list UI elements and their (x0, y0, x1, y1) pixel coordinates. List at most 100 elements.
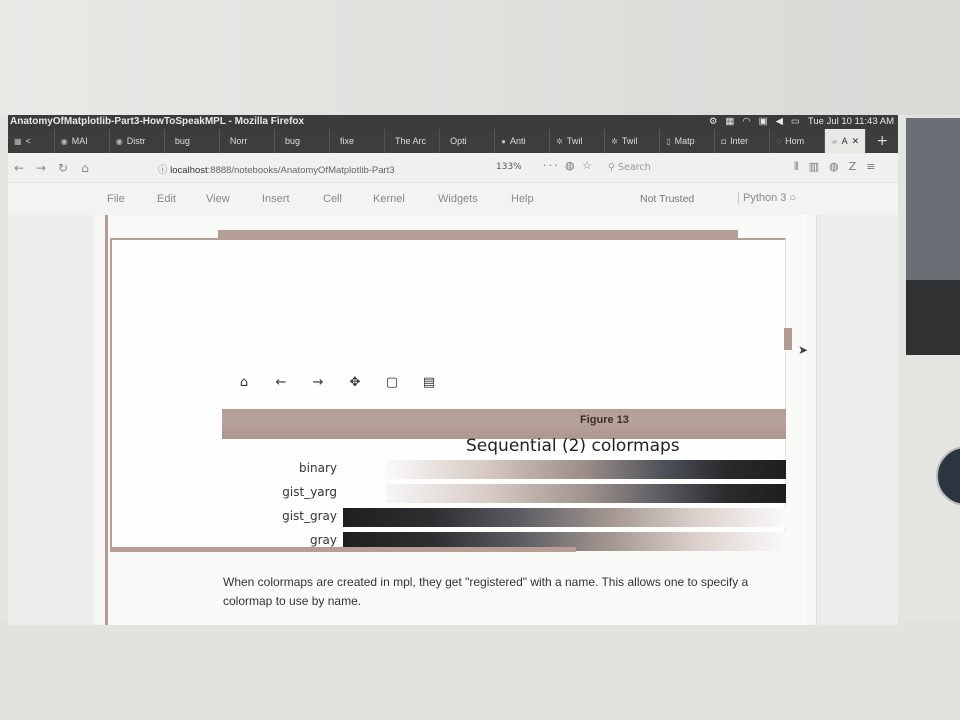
new-tab-button[interactable]: + (866, 129, 898, 153)
tab-favicon-icon: ✲ (556, 136, 563, 146)
system-tray: ⚙ ▦ ◠ ▣ ◀ ▭ Tue Jul 10 11:43 AM (709, 115, 894, 129)
volume-icon[interactable]: ◀ (776, 115, 783, 129)
window-title: AnatomyOfMatplotlib-Part3-HowToSpeakMPL … (10, 116, 305, 127)
output-area (110, 238, 786, 551)
tab-favicon-icon: ▦ (14, 136, 22, 146)
zoom-level[interactable]: 133% (496, 162, 522, 172)
trust-status[interactable]: Not Trusted (640, 193, 694, 205)
output-scroll-top-bar (218, 230, 738, 239)
tab-9[interactable]: ● Anti (495, 129, 551, 153)
adjacent-window-edge (906, 118, 960, 280)
tab-label: bug (174, 136, 190, 146)
page-actions-icon[interactable]: ··· ◍ ☆ (543, 159, 594, 172)
menu-edit[interactable]: Edit (157, 193, 176, 205)
search-icon: ⚲ (608, 162, 618, 173)
kernel-indicator[interactable]: Python 3 ○ (738, 192, 796, 204)
tab-3[interactable]: bug (165, 129, 220, 153)
search-placeholder: Search (617, 162, 651, 173)
tab-active[interactable]: ▰ A ✕ (825, 129, 867, 153)
navigation-bar: ← → ↻ ⌂ ⓘ localhost:8888/notebooks/Anato… (8, 153, 898, 183)
tab-label: Opti (450, 136, 467, 146)
tab-8[interactable]: Opti (440, 129, 496, 153)
tab-favicon-icon: ▰ (831, 136, 838, 146)
menu-view[interactable]: View (206, 193, 230, 205)
adjacent-window-dark-edge (906, 280, 960, 355)
tab-label: Norr (229, 136, 248, 146)
tab-5[interactable]: bug (275, 129, 330, 153)
tab-13[interactable]: ◘ Inter (715, 129, 771, 153)
output-scroll-bottom-bar (110, 547, 576, 552)
colormap-bar-gist-yarg (386, 484, 786, 503)
figure-header-bar (222, 409, 786, 439)
tab-label: MAI (71, 136, 88, 146)
menu-cell[interactable]: Cell (323, 193, 342, 205)
sidebar-icon[interactable]: ▥ (809, 160, 819, 174)
battery-icon[interactable]: ▭ (791, 115, 800, 129)
tab-strip: ▦ < ◉ MAI ◉ Distr bug Norr bug fixe The Arc… (8, 129, 898, 153)
menu-insert[interactable]: Insert (262, 193, 290, 205)
tab-11[interactable]: ✲ Twil (605, 129, 661, 153)
forward-icon[interactable]: → (30, 161, 52, 175)
browser-window: AnatomyOfMatplotlib-Part3-HowToSpeakMPL … (8, 115, 898, 625)
menu-kernel[interactable]: Kernel (373, 193, 405, 205)
output-scrollbar[interactable] (784, 328, 792, 350)
grid-icon[interactable]: ▦ (725, 115, 734, 129)
tab-label: Matp (674, 136, 695, 146)
figure-toolbar: ⌂ ← → ✥ ▢ ▤ (234, 375, 439, 390)
home-icon[interactable]: ⌂ (234, 375, 254, 390)
colormap-label-gist-gray: gist_gray (282, 509, 337, 523)
tab-6[interactable]: fixe (330, 129, 386, 153)
globe-icon[interactable]: ◍ (829, 160, 839, 174)
keyboard-icon[interactable]: ▣ (759, 115, 768, 129)
tab-14[interactable]: ◌ Hom (770, 129, 826, 153)
tab-favicon-icon: ◘ (721, 136, 727, 146)
colormap-label-binary: binary (299, 461, 337, 475)
menu-file[interactable]: File (107, 193, 125, 205)
back-arrow-icon[interactable]: ← (271, 375, 291, 390)
menu-icon[interactable]: ≡ (866, 160, 875, 174)
clock[interactable]: Tue Jul 10 11:43 AM (808, 115, 894, 129)
chart-title: Sequential (2) colormaps (466, 436, 680, 456)
tab-label: A (841, 136, 848, 146)
close-tab-icon[interactable]: ✕ (852, 136, 860, 147)
tab-1[interactable]: ◉ MAI (55, 129, 110, 153)
menu-widgets[interactable]: Widgets (438, 193, 478, 205)
right-gutter (816, 215, 898, 625)
tab-label: < (25, 136, 31, 146)
tab-favicon-icon: ◌ (776, 136, 782, 146)
window-titlebar: AnatomyOfMatplotlib-Part3-HowToSpeakMPL … (8, 115, 898, 129)
tab-label: fixe (339, 136, 354, 146)
tab-7[interactable]: The Arc (385, 129, 441, 153)
info-icon: ⓘ (158, 165, 168, 176)
tab-10[interactable]: ✲ Twil (550, 129, 606, 153)
forward-arrow-icon[interactable]: → (308, 375, 328, 390)
back-icon[interactable]: ← (8, 161, 30, 175)
mouse-cursor-icon: ➤ (798, 343, 809, 357)
search-input[interactable]: ⚲ Search (608, 162, 651, 173)
reload-icon[interactable]: ↻ (52, 161, 74, 175)
tab-label: Distr (126, 136, 146, 146)
tab-label: bug (284, 136, 300, 146)
tab-scroll-left[interactable]: ▦ < (8, 129, 55, 153)
wifi-icon[interactable]: ◠ (742, 115, 750, 129)
kernel-name: Python 3 (743, 192, 787, 204)
url-bar[interactable]: ⓘ localhost:8888/notebooks/AnatomyOfMatp… (158, 162, 395, 176)
zotero-icon[interactable]: Z (849, 160, 857, 174)
tab-favicon-icon: ◉ (115, 136, 123, 146)
tab-label: Hom (785, 136, 805, 146)
zoom-rect-icon[interactable]: ▢ (382, 375, 402, 390)
pan-icon[interactable]: ✥ (345, 375, 365, 390)
tab-favicon-icon: ▯ (666, 136, 671, 146)
left-gutter (8, 215, 94, 625)
home-nav-icon[interactable]: ⌂ (74, 161, 96, 175)
save-icon[interactable]: ▤ (419, 375, 439, 390)
network-icon[interactable]: ⚙ (709, 115, 718, 129)
tab-12[interactable]: ▯ Matp (660, 129, 716, 153)
tab-2[interactable]: ◉ Distr (110, 129, 165, 153)
tab-label: The Arc (395, 136, 427, 146)
notebook-menubar: File Edit View Insert Cell Kernel Widget… (8, 183, 898, 215)
tab-favicon-icon: ● (501, 136, 506, 146)
tab-4[interactable]: Norr (220, 129, 275, 153)
library-icon[interactable]: ⫴ (794, 160, 799, 174)
menu-help[interactable]: Help (511, 193, 534, 205)
